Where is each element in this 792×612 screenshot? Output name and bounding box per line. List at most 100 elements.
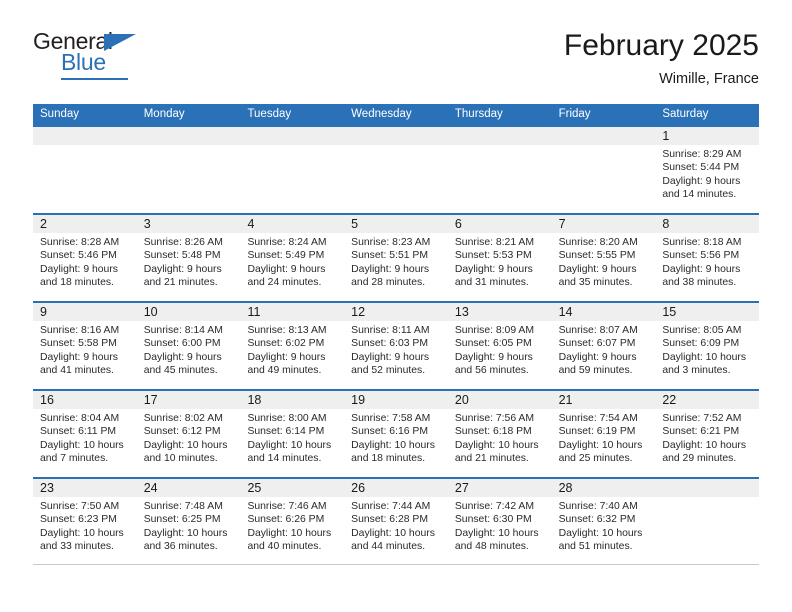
calendar-day-cell[interactable]: 10 Sunrise: 8:14 AM Sunset: 6:00 PM Dayligh… <box>136 303 241 389</box>
sunset-text: Sunset: 6:05 PM <box>454 338 532 350</box>
sunrise-text: Sunrise: 8:23 AM <box>351 237 431 248</box>
daylight-text-line2: and 29 minutes. <box>662 453 737 465</box>
calendar-day-cell[interactable]: 19 Sunrise: 7:58 AM Sunset: 6:16 PM Dayligh… <box>344 391 448 477</box>
sunset-text: Sunset: 6:21 PM <box>662 426 740 438</box>
calendar-day-cell[interactable]: 11 Sunrise: 8:13 AM Sunset: 6:02 PM Dayligh… <box>240 303 345 389</box>
sunset-text: Sunset: 6:25 PM <box>143 514 221 526</box>
daylight-text-line1: Daylight: 10 hours <box>558 439 643 451</box>
day-number-band: 22 <box>655 391 760 409</box>
calendar-day-cell[interactable]: 28 Sunrise: 7:40 AM Sunset: 6:32 PM Dayligh… <box>551 479 656 564</box>
daylight-text-line1: Daylight: 10 hours <box>454 439 539 451</box>
day-number-band: 1 <box>655 127 760 145</box>
day-number: 23 <box>40 481 54 495</box>
day-number: 16 <box>40 393 54 407</box>
sunset-text: Sunset: 6:09 PM <box>662 338 740 350</box>
sunrise-text: Sunrise: 7:48 AM <box>143 501 223 512</box>
calendar-day-cell[interactable]: 6 Sunrise: 8:21 AM Sunset: 5:53 PM Daylight… <box>447 215 552 301</box>
calendar-day-cell[interactable]: 8 Sunrise: 8:18 AM Sunset: 5:56 PM Daylight… <box>655 215 760 301</box>
day-number: 24 <box>143 481 158 495</box>
day-sun-info: Sunrise: 7:58 AM Sunset: 6:16 PM Daylight:… <box>344 409 448 466</box>
daylight-text-line2: and 56 minutes. <box>454 365 529 377</box>
sunrise-text: Sunrise: 8:11 AM <box>351 325 430 336</box>
day-sun-info: Sunrise: 8:11 AM Sunset: 6:03 PM Daylight:… <box>344 321 448 378</box>
day-sun-info: Sunrise: 7:56 AM Sunset: 6:18 PM Daylight:… <box>448 409 552 466</box>
day-sun-info: Sunrise: 8:26 AM Sunset: 5:48 PM Daylight:… <box>137 233 241 290</box>
calendar-day-cell[interactable]: 20 Sunrise: 7:56 AM Sunset: 6:18 PM Dayligh… <box>447 391 552 477</box>
calendar-day-cell[interactable]: 7 Sunrise: 8:20 AM Sunset: 5:55 PM Daylight… <box>551 215 656 301</box>
day-number-band <box>447 127 552 145</box>
calendar-day-cell[interactable]: 22 Sunrise: 7:52 AM Sunset: 6:21 PM Dayligh… <box>655 391 760 477</box>
general-blue-logo[interactable]: General Blue <box>33 30 153 80</box>
sunrise-text: Sunrise: 8:09 AM <box>454 325 535 336</box>
calendar-day-cell[interactable]: 13 Sunrise: 8:09 AM Sunset: 6:05 PM Dayligh… <box>447 303 552 389</box>
daylight-text-line2: and 24 minutes. <box>247 277 322 289</box>
daylight-text-line1: Daylight: 9 hours <box>558 351 637 363</box>
daylight-text-line1: Daylight: 10 hours <box>40 527 124 539</box>
calendar-week-row: 9 Sunrise: 8:16 AM Sunset: 5:58 PM Daylight… <box>33 301 760 389</box>
calendar-week-row: 16 Sunrise: 8:04 AM Sunset: 6:11 PM Dayligh… <box>33 389 760 477</box>
day-number-band: 26 <box>344 479 448 497</box>
day-sun-info: Sunrise: 8:21 AM Sunset: 5:53 PM Daylight:… <box>448 233 552 290</box>
daylight-text-line2: and 28 minutes. <box>351 277 426 289</box>
sunset-text: Sunset: 6:32 PM <box>558 514 636 526</box>
daylight-text-line1: Daylight: 9 hours <box>40 351 118 363</box>
logo-underline <box>61 78 128 80</box>
calendar-day-cell[interactable]: 24 Sunrise: 7:48 AM Sunset: 6:25 PM Dayligh… <box>136 479 241 564</box>
daylight-text-line1: Daylight: 9 hours <box>454 351 533 363</box>
calendar-day-cell[interactable]: 3 Sunrise: 8:26 AM Sunset: 5:48 PM Daylight… <box>136 215 241 301</box>
day-number: 9 <box>40 305 47 319</box>
day-number-band: 9 <box>33 303 137 321</box>
daylight-text-line2: and 18 minutes. <box>40 277 114 289</box>
calendar-day-cell[interactable]: 27 Sunrise: 7:42 AM Sunset: 6:30 PM Dayligh… <box>447 479 552 564</box>
day-number: 28 <box>558 481 573 495</box>
day-number-band: 25 <box>240 479 345 497</box>
day-sun-info: Sunrise: 7:42 AM Sunset: 6:30 PM Daylight:… <box>448 497 552 554</box>
calendar-day-cell[interactable]: 17 Sunrise: 8:02 AM Sunset: 6:12 PM Dayligh… <box>136 391 241 477</box>
daylight-text-line2: and 36 minutes. <box>143 541 218 553</box>
day-number: 14 <box>558 305 573 319</box>
weekday-header-row: Sunday Monday Tuesday Wednesday Thursday… <box>33 104 759 125</box>
sunrise-text: Sunrise: 8:18 AM <box>662 237 742 248</box>
day-number: 13 <box>454 305 469 319</box>
day-number-band: 18 <box>240 391 345 409</box>
calendar-week-row: 1 Sunrise: 8:29 AM Sunset: 5:44 PM Daylight… <box>33 125 760 213</box>
daylight-text-line1: Daylight: 10 hours <box>247 439 332 451</box>
day-sun-info: Sunrise: 7:46 AM Sunset: 6:26 PM Daylight:… <box>240 497 344 554</box>
weekday-header-wednesday: Wednesday <box>351 108 412 120</box>
calendar-day-cell[interactable]: 23 Sunrise: 7:50 AM Sunset: 6:23 PM Dayligh… <box>33 479 137 564</box>
daylight-text-line1: Daylight: 10 hours <box>40 439 124 451</box>
calendar-day-cell[interactable]: 12 Sunrise: 8:11 AM Sunset: 6:03 PM Dayligh… <box>344 303 448 389</box>
sunset-text: Sunset: 5:53 PM <box>454 250 532 262</box>
calendar-day-cell[interactable]: 14 Sunrise: 8:07 AM Sunset: 6:07 PM Dayligh… <box>551 303 656 389</box>
calendar-day-cell[interactable]: 5 Sunrise: 8:23 AM Sunset: 5:51 PM Daylight… <box>344 215 448 301</box>
sunset-text: Sunset: 6:12 PM <box>143 426 221 438</box>
daylight-text-line1: Daylight: 10 hours <box>143 527 228 539</box>
day-sun-info: Sunrise: 8:18 AM Sunset: 5:56 PM Daylight:… <box>655 233 759 290</box>
calendar-day-cell[interactable]: 15 Sunrise: 8:05 AM Sunset: 6:09 PM Dayligh… <box>655 303 760 389</box>
sunrise-text: Sunrise: 7:58 AM <box>351 413 431 424</box>
day-sun-info: Sunrise: 8:04 AM Sunset: 6:11 PM Daylight:… <box>33 409 137 466</box>
daylight-text-line2: and 38 minutes. <box>662 277 737 289</box>
daylight-text-line2: and 40 minutes. <box>247 541 322 553</box>
calendar-day-cell[interactable]: 16 Sunrise: 8:04 AM Sunset: 6:11 PM Dayligh… <box>33 391 137 477</box>
daylight-text-line2: and 49 minutes. <box>247 365 322 377</box>
day-number-band: 21 <box>551 391 656 409</box>
daylight-text-line1: Daylight: 10 hours <box>662 351 747 363</box>
calendar-day-cell[interactable]: 21 Sunrise: 7:54 AM Sunset: 6:19 PM Dayligh… <box>551 391 656 477</box>
calendar-day-cell[interactable]: 2 Sunrise: 8:28 AM Sunset: 5:46 PM Daylight… <box>33 215 137 301</box>
daylight-text-line2: and 45 minutes. <box>143 365 218 377</box>
calendar-day-cell[interactable]: 4 Sunrise: 8:24 AM Sunset: 5:49 PM Daylight… <box>240 215 345 301</box>
calendar-day-cell[interactable]: 25 Sunrise: 7:46 AM Sunset: 6:26 PM Dayligh… <box>240 479 345 564</box>
day-number: 10 <box>143 305 158 319</box>
day-number-band <box>551 127 656 145</box>
calendar-day-cell[interactable]: 9 Sunrise: 8:16 AM Sunset: 5:58 PM Daylight… <box>33 303 137 389</box>
sunrise-text: Sunrise: 8:26 AM <box>143 237 223 248</box>
day-number-band: 28 <box>551 479 656 497</box>
day-number: 25 <box>247 481 262 495</box>
sunset-text: Sunset: 6:28 PM <box>351 514 428 526</box>
calendar-day-cell[interactable]: 26 Sunrise: 7:44 AM Sunset: 6:28 PM Dayligh… <box>344 479 448 564</box>
daylight-text-line1: Daylight: 10 hours <box>558 527 643 539</box>
sunrise-text: Sunrise: 8:16 AM <box>40 325 120 336</box>
calendar-day-cell[interactable]: 1 Sunrise: 8:29 AM Sunset: 5:44 PM Daylight… <box>655 127 760 213</box>
calendar-day-cell[interactable]: 18 Sunrise: 8:00 AM Sunset: 6:14 PM Dayligh… <box>240 391 345 477</box>
